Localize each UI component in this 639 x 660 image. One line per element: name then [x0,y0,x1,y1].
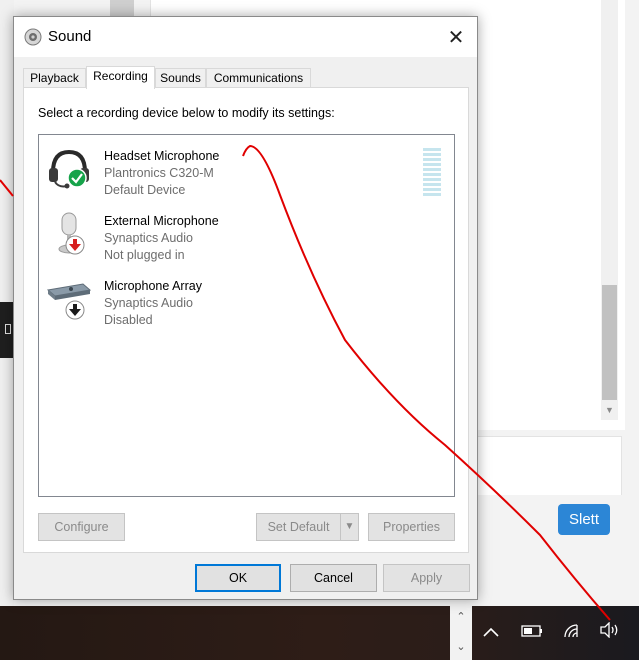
down-arrow-black-badge-icon [65,300,85,323]
down-arrow-red-badge-icon [65,235,85,258]
set-default-button[interactable]: Set Default [256,513,341,541]
recording-tab-panel: Select a recording device below to modif… [23,87,469,553]
device-name: Microphone Array [104,279,202,293]
background-lower-area [475,495,639,606]
checkmark-badge-icon [67,168,87,191]
taskbar-scroll-control[interactable]: ⌃ ⌄ [450,606,472,660]
headset-icon [45,144,93,192]
dialog-title: Sound [48,28,92,45]
tab-sounds[interactable]: Sounds [155,68,206,88]
battery-icon[interactable] [520,622,544,644]
title-bar[interactable]: Sound ✕ [14,17,477,57]
device-status: Default Device [104,183,186,197]
configure-button[interactable]: Configure [38,513,125,541]
background-dark-edge [0,302,14,358]
ok-button[interactable]: OK [195,564,281,592]
device-item-external-microphone[interactable]: External Microphone Synaptics Audio Not … [39,203,454,263]
microphone-icon [45,209,93,257]
wifi-icon[interactable] [560,622,584,644]
slett-button[interactable]: Slett [558,504,610,535]
set-default-dropdown-arrow-icon[interactable]: ▼ [340,513,359,541]
device-name: External Microphone [104,214,219,228]
chevron-down-icon[interactable]: ⌄ [450,640,472,653]
close-button[interactable]: ✕ [434,23,478,53]
microphone-array-icon [45,274,93,322]
device-item-microphone-array[interactable]: Microphone Array Synaptics Audio Disable… [39,268,454,328]
device-driver: Synaptics Audio [104,296,193,310]
speaker-app-icon [24,28,42,46]
sound-dialog: Sound ✕ Playback Recording Sounds Commun… [13,16,478,600]
apply-button[interactable]: Apply [383,564,470,592]
device-driver: Synaptics Audio [104,231,193,245]
tab-playback[interactable]: Playback [23,68,86,88]
scroll-down-arrow-icon[interactable]: ▼ [603,404,616,416]
device-status: Not plugged in [104,248,185,262]
tab-recording[interactable]: Recording [86,66,155,89]
device-list[interactable]: Headset Microphone Plantronics C320-M De… [38,134,455,497]
device-item-headset-microphone[interactable]: Headset Microphone Plantronics C320-M De… [39,138,454,198]
device-status: Disabled [104,313,153,327]
background-scrollbar-thumb[interactable] [602,285,617,400]
tab-communications[interactable]: Communications [206,68,311,88]
cancel-button[interactable]: Cancel [290,564,377,592]
audio-level-meter [423,148,441,196]
properties-button[interactable]: Properties [368,513,455,541]
chevron-up-icon[interactable]: ⌃ [450,610,472,623]
window-edge-icon [5,324,11,334]
device-driver: Plantronics C320-M [104,166,214,180]
speaker-icon[interactable] [598,621,622,644]
show-hidden-icons-chevron-icon[interactable] [480,622,502,644]
close-icon[interactable]: ✕ [448,25,465,49]
device-name: Headset Microphone [104,149,220,163]
instruction-text: Select a recording device below to modif… [38,106,335,120]
background-panel [475,436,622,496]
